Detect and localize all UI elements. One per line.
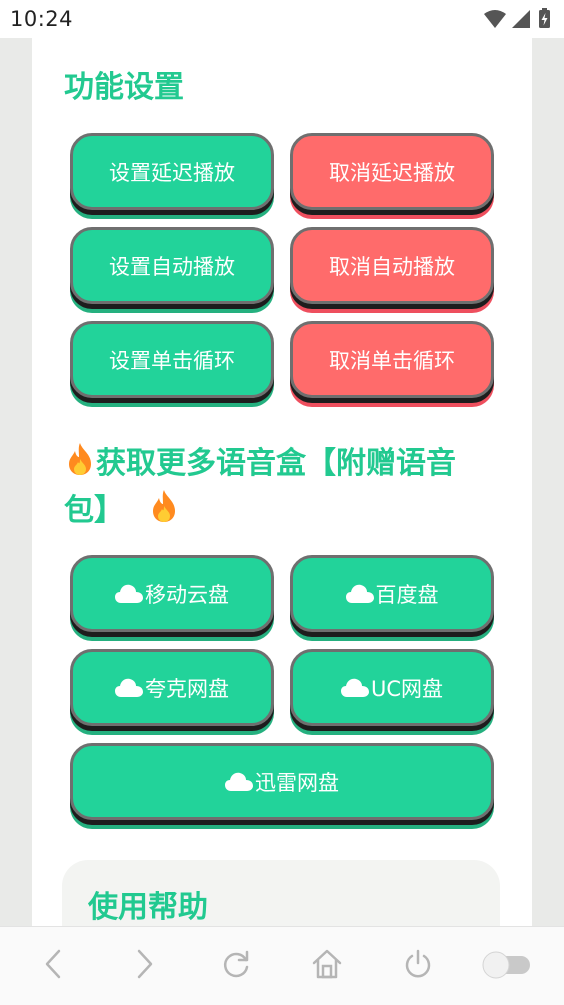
home-icon [311,948,343,984]
power-icon [402,948,434,984]
wifi-icon [484,10,506,28]
mobile-cloud-link-button[interactable]: 移动云盘 [70,555,274,632]
power-button[interactable] [388,927,448,1005]
baidu-pan-label: 百度盘 [375,582,439,607]
xunlei-pan-label: 迅雷网盘 [255,770,339,795]
cellular-signal-icon [512,10,530,28]
mobile-cloud-label: 移动云盘 [145,582,229,607]
fire-icon [64,442,96,489]
xunlei-pan-link-button[interactable]: 迅雷网盘 [70,743,494,820]
cancel-autoplay-button[interactable]: 取消自动播放 [290,227,494,304]
status-time: 10:24 [10,7,74,31]
cancel-delay-play-button[interactable]: 取消延迟播放 [290,133,494,210]
set-click-loop-button[interactable]: 设置单击循环 [70,321,274,398]
fire-icon [148,489,180,536]
refresh-button[interactable] [206,927,266,1005]
help-title: 使用帮助 [88,890,208,925]
toggle-switch-icon [478,948,534,984]
more-voice-title-line2: 包】 [64,493,124,528]
set-autoplay-button[interactable]: 设置自动播放 [70,227,274,304]
bottom-navigation-bar [0,926,564,1005]
more-voice-title: 获取更多语音盒【附赠语音 包】 [64,442,504,536]
cloud-icon [225,772,253,792]
cloud-icon [345,584,374,604]
battery-icon [539,8,550,28]
status-icons [482,8,554,30]
content-card: 功能设置 设置延迟播放 取消延迟播放 设置自动播放 取消自动播放 设置单击循环 … [32,38,532,926]
toggle-switch[interactable] [474,927,538,1005]
back-button[interactable] [24,927,84,1005]
function-settings-title: 功能设置 [64,70,184,105]
cloud-icon [115,584,143,604]
quark-pan-label: 夸克网盘 [145,676,229,701]
help-section: 使用帮助 [62,860,500,926]
uc-pan-link-button[interactable]: UC网盘 [290,649,494,726]
uc-pan-label: UC网盘 [370,676,444,701]
more-voice-title-line1: 获取更多语音盒【附赠语音 [96,446,456,481]
baidu-pan-link-button[interactable]: 百度盘 [290,555,494,632]
cloud-icon [340,678,369,698]
set-delay-play-button[interactable]: 设置延迟播放 [70,133,274,210]
forward-button[interactable] [114,927,174,1005]
refresh-icon [220,948,252,984]
back-icon [42,948,66,984]
cancel-click-loop-button[interactable]: 取消单击循环 [290,321,494,398]
forward-icon [132,948,156,984]
quark-pan-link-button[interactable]: 夸克网盘 [70,649,274,726]
home-button[interactable] [297,927,357,1005]
cloud-icon [115,678,143,698]
status-bar: 10:24 [0,0,564,38]
